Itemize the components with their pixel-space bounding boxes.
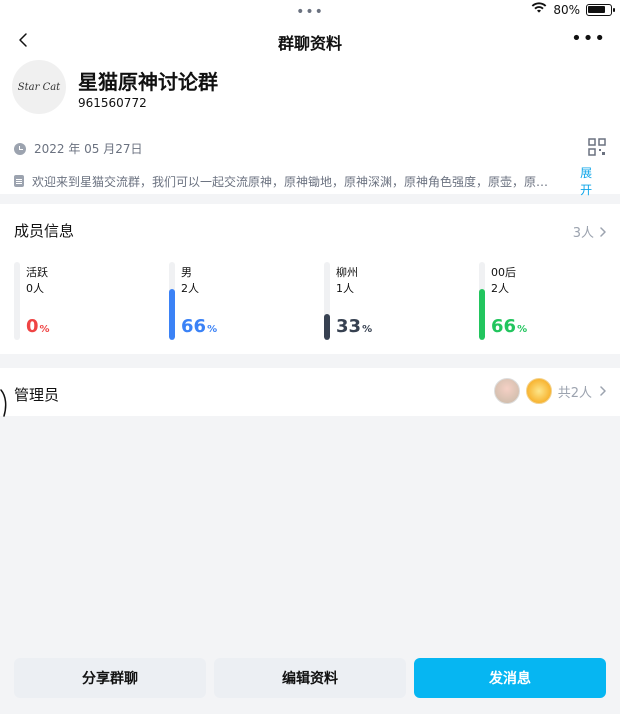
battery-percent: 80% bbox=[553, 2, 580, 17]
stat-percent: 66% bbox=[491, 316, 527, 337]
expand-link[interactable]: 展开 bbox=[580, 164, 604, 198]
more-button[interactable]: ••• bbox=[571, 28, 606, 49]
group-name: 星猫原神讨论群 bbox=[78, 70, 218, 94]
stat-label: 柳州 bbox=[336, 266, 358, 279]
stat-percent: 0% bbox=[26, 316, 50, 337]
group-intro: 欢迎来到星猫交流群，我们可以一起交流原神，原神锄地，原神深渊，原神角色强度，原壶… bbox=[31, 174, 548, 189]
page-title: 群聊资料 bbox=[277, 34, 343, 53]
stat-percent-value: 0 bbox=[26, 316, 39, 337]
document-icon bbox=[14, 175, 24, 187]
member-stats: 活跃 0人 0% 男 2人 66% 柳州 1人 33% 00后 2人 66% bbox=[0, 262, 620, 342]
bottom-action-bar: 分享群聊 编辑资料 发消息 bbox=[0, 658, 620, 704]
edge-swipe-indicator bbox=[0, 389, 7, 417]
percent-sign: % bbox=[39, 324, 50, 335]
battery-icon bbox=[586, 3, 615, 16]
stat-label: 00后 bbox=[491, 266, 516, 279]
stat-percent: 33% bbox=[336, 316, 372, 337]
navigation-bar: 群聊资料 ••• bbox=[0, 20, 620, 60]
admin-avatar[interactable] bbox=[493, 378, 520, 404]
stat-bar-fill bbox=[169, 289, 175, 340]
stat-bar-track bbox=[324, 262, 330, 340]
stat-bar-track bbox=[169, 262, 175, 340]
chevron-right-icon bbox=[600, 226, 606, 237]
created-date: 2022 年 05 月27日 bbox=[34, 142, 143, 156]
members-count[interactable]: 3人 bbox=[573, 222, 608, 241]
qr-code-icon[interactable] bbox=[588, 138, 606, 156]
stat-percent-value: 66 bbox=[181, 316, 207, 337]
battery-level bbox=[588, 5, 605, 13]
back-button[interactable] bbox=[12, 28, 36, 52]
avatar-text: Star Cat bbox=[17, 81, 61, 93]
status-indicators: 80% bbox=[531, 2, 615, 17]
status-bar: ••• 80% bbox=[0, 0, 620, 20]
stat-bar-fill bbox=[324, 314, 330, 340]
stat-count: 2人 bbox=[181, 282, 199, 295]
stat-count: 2人 bbox=[491, 282, 509, 295]
admin-avatar[interactable] bbox=[525, 378, 552, 404]
stat-label: 男 bbox=[181, 266, 192, 279]
top-dots: ••• bbox=[296, 4, 324, 20]
chevron-left-icon bbox=[19, 33, 27, 47]
admins-section[interactable]: 管理员 共2人 bbox=[0, 368, 620, 416]
chevron-right-icon bbox=[600, 386, 606, 396]
wifi-icon bbox=[531, 2, 547, 17]
stat-percent-value: 33 bbox=[336, 316, 362, 337]
percent-sign: % bbox=[207, 324, 218, 335]
stat-active: 活跃 0人 0% bbox=[14, 262, 164, 342]
percent-sign: % bbox=[362, 324, 373, 335]
share-group-button[interactable]: 分享群聊 bbox=[14, 658, 206, 698]
stat-bar-track bbox=[14, 262, 20, 340]
stat-percent: 66% bbox=[181, 316, 217, 337]
created-date-row: 2022 年 05 月27日 bbox=[14, 140, 143, 157]
percent-sign: % bbox=[517, 324, 528, 335]
members-title: 成员信息 bbox=[14, 222, 75, 240]
stat-male: 男 2人 66% bbox=[169, 262, 319, 342]
members-section[interactable]: 成员信息 3人 活跃 0人 0% 男 2人 66% 柳州 1人 33% 00后 … bbox=[0, 204, 620, 354]
group-id: 961560772 bbox=[78, 96, 147, 110]
stat-location: 柳州 1人 33% bbox=[324, 262, 474, 342]
stat-label: 活跃 bbox=[26, 266, 48, 279]
stat-bar-track bbox=[479, 262, 485, 340]
intro-row: 欢迎来到星猫交流群，我们可以一起交流原神，原神锄地，原神深渊，原神角色强度，原壶… bbox=[14, 164, 604, 198]
admins-title: 管理员 bbox=[14, 386, 60, 404]
stat-count: 1人 bbox=[336, 282, 354, 295]
admins-count: 共2人 bbox=[557, 385, 592, 401]
clock-icon bbox=[14, 142, 26, 155]
edit-profile-button[interactable]: 编辑资料 bbox=[214, 658, 406, 698]
send-message-button[interactable]: 发消息 bbox=[414, 658, 606, 698]
stat-percent-value: 66 bbox=[491, 316, 517, 337]
stat-count: 0人 bbox=[26, 282, 44, 295]
profile-card: Star Cat 星猫原神讨论群 961560772 2022 年 05 月27… bbox=[0, 60, 620, 197]
stat-bar-fill bbox=[479, 289, 485, 340]
stat-age: 00后 2人 66% bbox=[479, 262, 620, 342]
admins-summary[interactable]: 共2人 bbox=[493, 378, 608, 404]
group-avatar[interactable]: Star Cat bbox=[12, 60, 66, 114]
